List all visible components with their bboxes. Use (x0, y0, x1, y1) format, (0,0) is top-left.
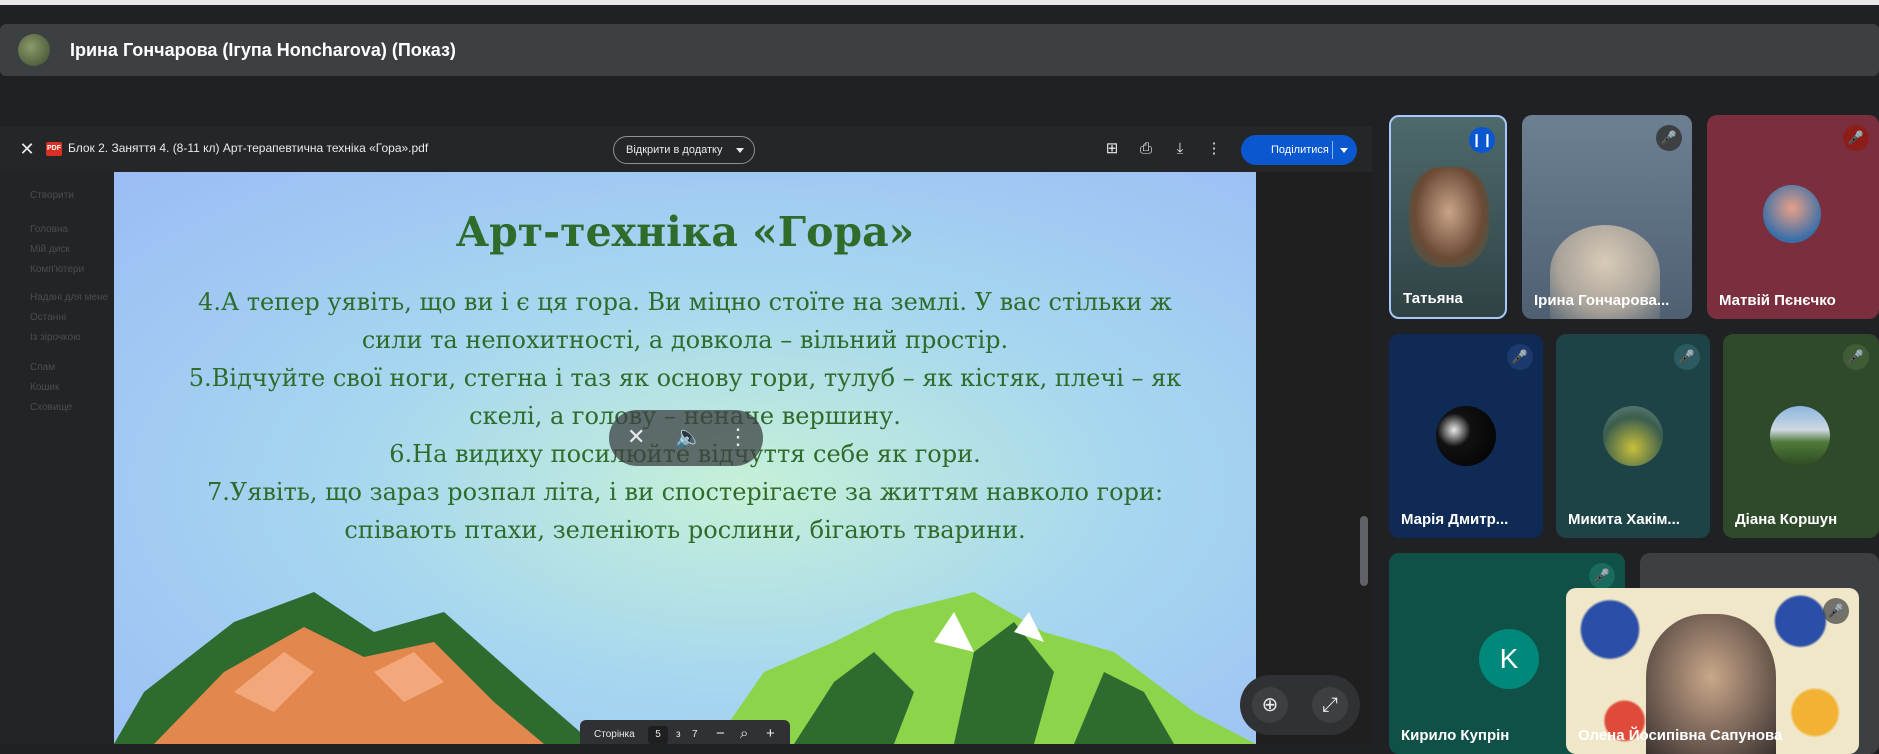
mic-off-icon: 🎤 (1674, 344, 1700, 370)
ghost-item: Комп'ютери (30, 264, 85, 275)
participant-tile[interactable]: 🎤 Ірина Гончарова... (1522, 115, 1692, 319)
stage-controls: ⊕ ⤢ (1240, 675, 1360, 735)
top-strip (0, 0, 1879, 5)
chevron-down-icon[interactable] (1340, 148, 1348, 153)
zoom-in-icon[interactable]: + (766, 725, 775, 742)
presenter-bar: Ірина Гончарова (Ігупа Нoncharova) (Пока… (0, 24, 1879, 76)
participant-name: Микита Хакім... (1568, 511, 1680, 528)
background-drive-sidebar: Створити Головна Мій диск Комп'ютери Над… (0, 172, 120, 744)
presenter-title: Ірина Гончарова (Ігупа Нoncharova) (Пока… (70, 39, 456, 60)
more-vert-icon[interactable]: ⋮ (1203, 138, 1225, 160)
page-total: 7 (692, 729, 698, 740)
participant-name: Матвій Пєнєчко (1719, 292, 1836, 309)
avatar (1763, 185, 1821, 243)
zoom-in-icon[interactable]: ⊕ (1252, 687, 1288, 723)
ghost-item: Спам (30, 362, 56, 373)
avatar: K (1479, 629, 1539, 689)
participant-name: Татьяна (1403, 290, 1463, 307)
add-comment-icon[interactable]: ⊞ (1101, 138, 1123, 160)
page-label: Сторінка (594, 729, 635, 740)
ghost-create: Створити (30, 190, 74, 201)
mic-off-icon: 🎤 (1843, 344, 1869, 370)
participant-tile[interactable]: 🎤 Марія Дмитр... (1389, 334, 1543, 538)
participant-tile[interactable]: ❙❙ Татьяна (1389, 115, 1507, 319)
video-controls-overlay: ✕ 🔈 ⋮ (609, 410, 763, 466)
more-vert-icon[interactable]: ⋮ (727, 424, 749, 450)
ghost-item: Кошик (30, 382, 60, 393)
mic-off-icon: 🎤 (1823, 598, 1849, 624)
presentation-stage: ✕ PDF Блок 2. Заняття 4. (8-11 кл) Арт-т… (0, 126, 1372, 744)
pdf-file-icon: PDF (46, 142, 62, 156)
volume-icon[interactable]: 🔈 (675, 424, 702, 450)
page-navigation: Сторінка 5 з 7 − ⌕ + (580, 720, 790, 744)
self-view-tile[interactable]: 🎤 Олена Йосипівна Сапунова (1566, 588, 1859, 754)
ghost-item: Мій диск (30, 244, 70, 255)
zoom-icon[interactable]: ⌕ (740, 725, 748, 742)
page-number-input[interactable]: 5 (648, 726, 668, 744)
download-icon[interactable]: ⤓ (1169, 138, 1191, 160)
mic-off-icon: 🎤 (1507, 344, 1533, 370)
scrollbar[interactable] (1360, 516, 1368, 586)
avatar (1436, 406, 1496, 466)
ghost-item: Головна (30, 224, 68, 235)
pdf-filename: Блок 2. Заняття 4. (8-11 кл) Арт-терапев… (68, 141, 429, 155)
ghost-item: Надані для мене (30, 292, 109, 303)
participant-tile[interactable]: 🎤 Матвій Пєнєчко (1707, 115, 1879, 319)
pdf-slide: Арт-техніка «Гора» 4.А тепер уявіть, що … (114, 172, 1256, 744)
fullscreen-icon[interactable]: ⤢ (1312, 687, 1348, 723)
mic-off-icon: 🎤 (1843, 125, 1869, 151)
open-in-app-button[interactable]: Відкрити в додатку (613, 136, 756, 164)
zoom-out-icon[interactable]: − (716, 725, 725, 742)
participant-tile[interactable]: 🎤 Діана Коршун (1723, 334, 1879, 538)
participant-name: Олена Йосипівна Сапунова (1578, 727, 1783, 744)
mic-off-icon: 🎤 (1656, 125, 1682, 151)
unpin-icon[interactable]: ✕ (627, 424, 645, 450)
open-in-app-label: Відкрити в додатку (626, 144, 723, 156)
share-button[interactable]: Поділитися (1241, 135, 1357, 165)
mic-off-icon: 🎤 (1589, 563, 1615, 589)
ghost-item: Із зірочкою (30, 332, 81, 343)
participant-tile[interactable]: 🎤 Микита Хакім... (1556, 334, 1710, 538)
participant-video (1409, 167, 1489, 267)
share-label: Поділитися (1271, 144, 1329, 156)
speaking-icon: ❙❙ (1469, 127, 1495, 153)
avatar (1770, 406, 1830, 466)
participant-name: Діана Коршун (1735, 511, 1838, 528)
close-icon[interactable]: ✕ (16, 138, 38, 160)
page-of-label: з (676, 729, 681, 740)
chevron-down-icon (736, 148, 745, 153)
participant-name: Кирило Купрін (1401, 727, 1510, 744)
pdf-toolbar: ✕ PDF Блок 2. Заняття 4. (8-11 кл) Арт-т… (0, 126, 1372, 172)
ghost-item: Останні (30, 312, 67, 323)
participant-name: Ірина Гончарова... (1534, 292, 1670, 309)
presenter-avatar (18, 34, 50, 66)
avatar (1603, 406, 1663, 466)
participant-name: Марія Дмитр... (1401, 511, 1509, 528)
ghost-item: Сховище (30, 402, 73, 413)
print-icon[interactable]: ⎙ (1135, 138, 1157, 160)
